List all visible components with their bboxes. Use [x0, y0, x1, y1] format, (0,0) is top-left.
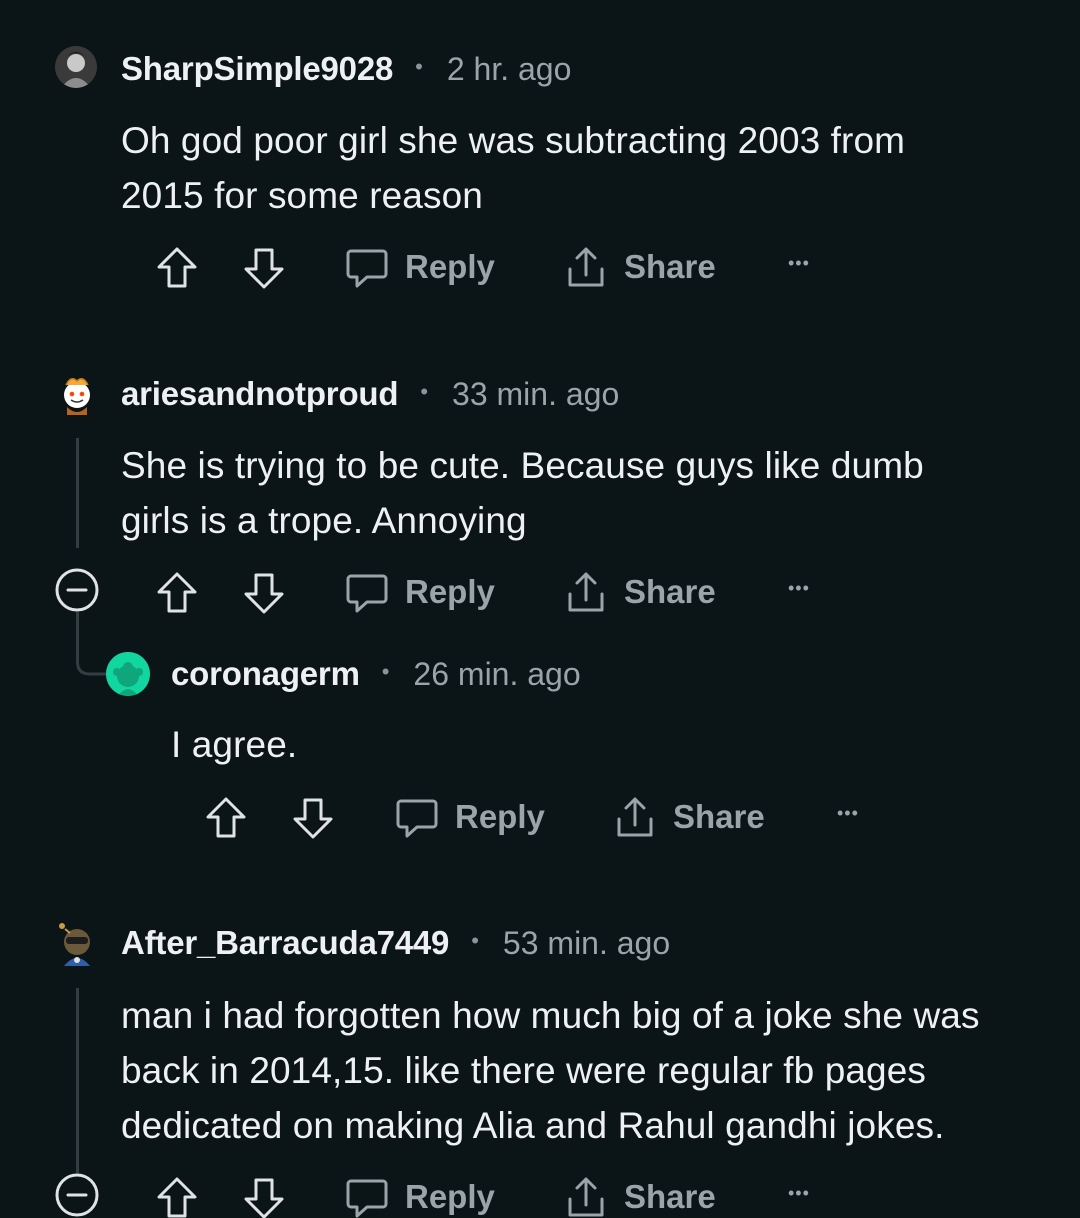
comment-after-barracuda7449: After_Barracuda7449 • 53 min. ago man i … — [0, 0, 1080, 1218]
share-button[interactable]: Share — [564, 1175, 716, 1218]
downvote-button[interactable] — [242, 1176, 286, 1218]
share-label: Share — [624, 1178, 716, 1215]
reply-label: Reply — [405, 1178, 495, 1215]
header-separator: • — [471, 928, 479, 953]
comment-text-line: back in 2014,15. like there were regular… — [121, 1050, 927, 1091]
comment-text-line: dedicated on making Alia and Rahul gandh… — [121, 1105, 945, 1146]
more-options-button[interactable]: ••• — [788, 1183, 810, 1204]
comment-thread-page: SharpSimple9028 • 2 hr. ago Oh god poor … — [0, 0, 1080, 1218]
reply-bubble-icon — [346, 1179, 388, 1218]
downvote-icon — [244, 1178, 284, 1218]
user-avatar[interactable] — [56, 920, 98, 966]
upvote-button[interactable] — [155, 1176, 199, 1218]
comment-timestamp: 53 min. ago — [502, 924, 671, 961]
comment-body: man i had forgotten how much big of a jo… — [121, 988, 980, 1153]
comment-username[interactable]: After_Barracuda7449 — [121, 924, 449, 962]
thread-line — [76, 988, 79, 1173]
comment-action-bar: Reply Share ••• — [0, 1167, 1080, 1218]
more-icon: ••• — [788, 1183, 810, 1203]
reply-button[interactable]: Reply — [345, 1175, 495, 1218]
comment-text-line: man i had forgotten how much big of a jo… — [121, 995, 980, 1036]
share-icon — [568, 1177, 604, 1217]
upvote-icon — [157, 1177, 197, 1218]
